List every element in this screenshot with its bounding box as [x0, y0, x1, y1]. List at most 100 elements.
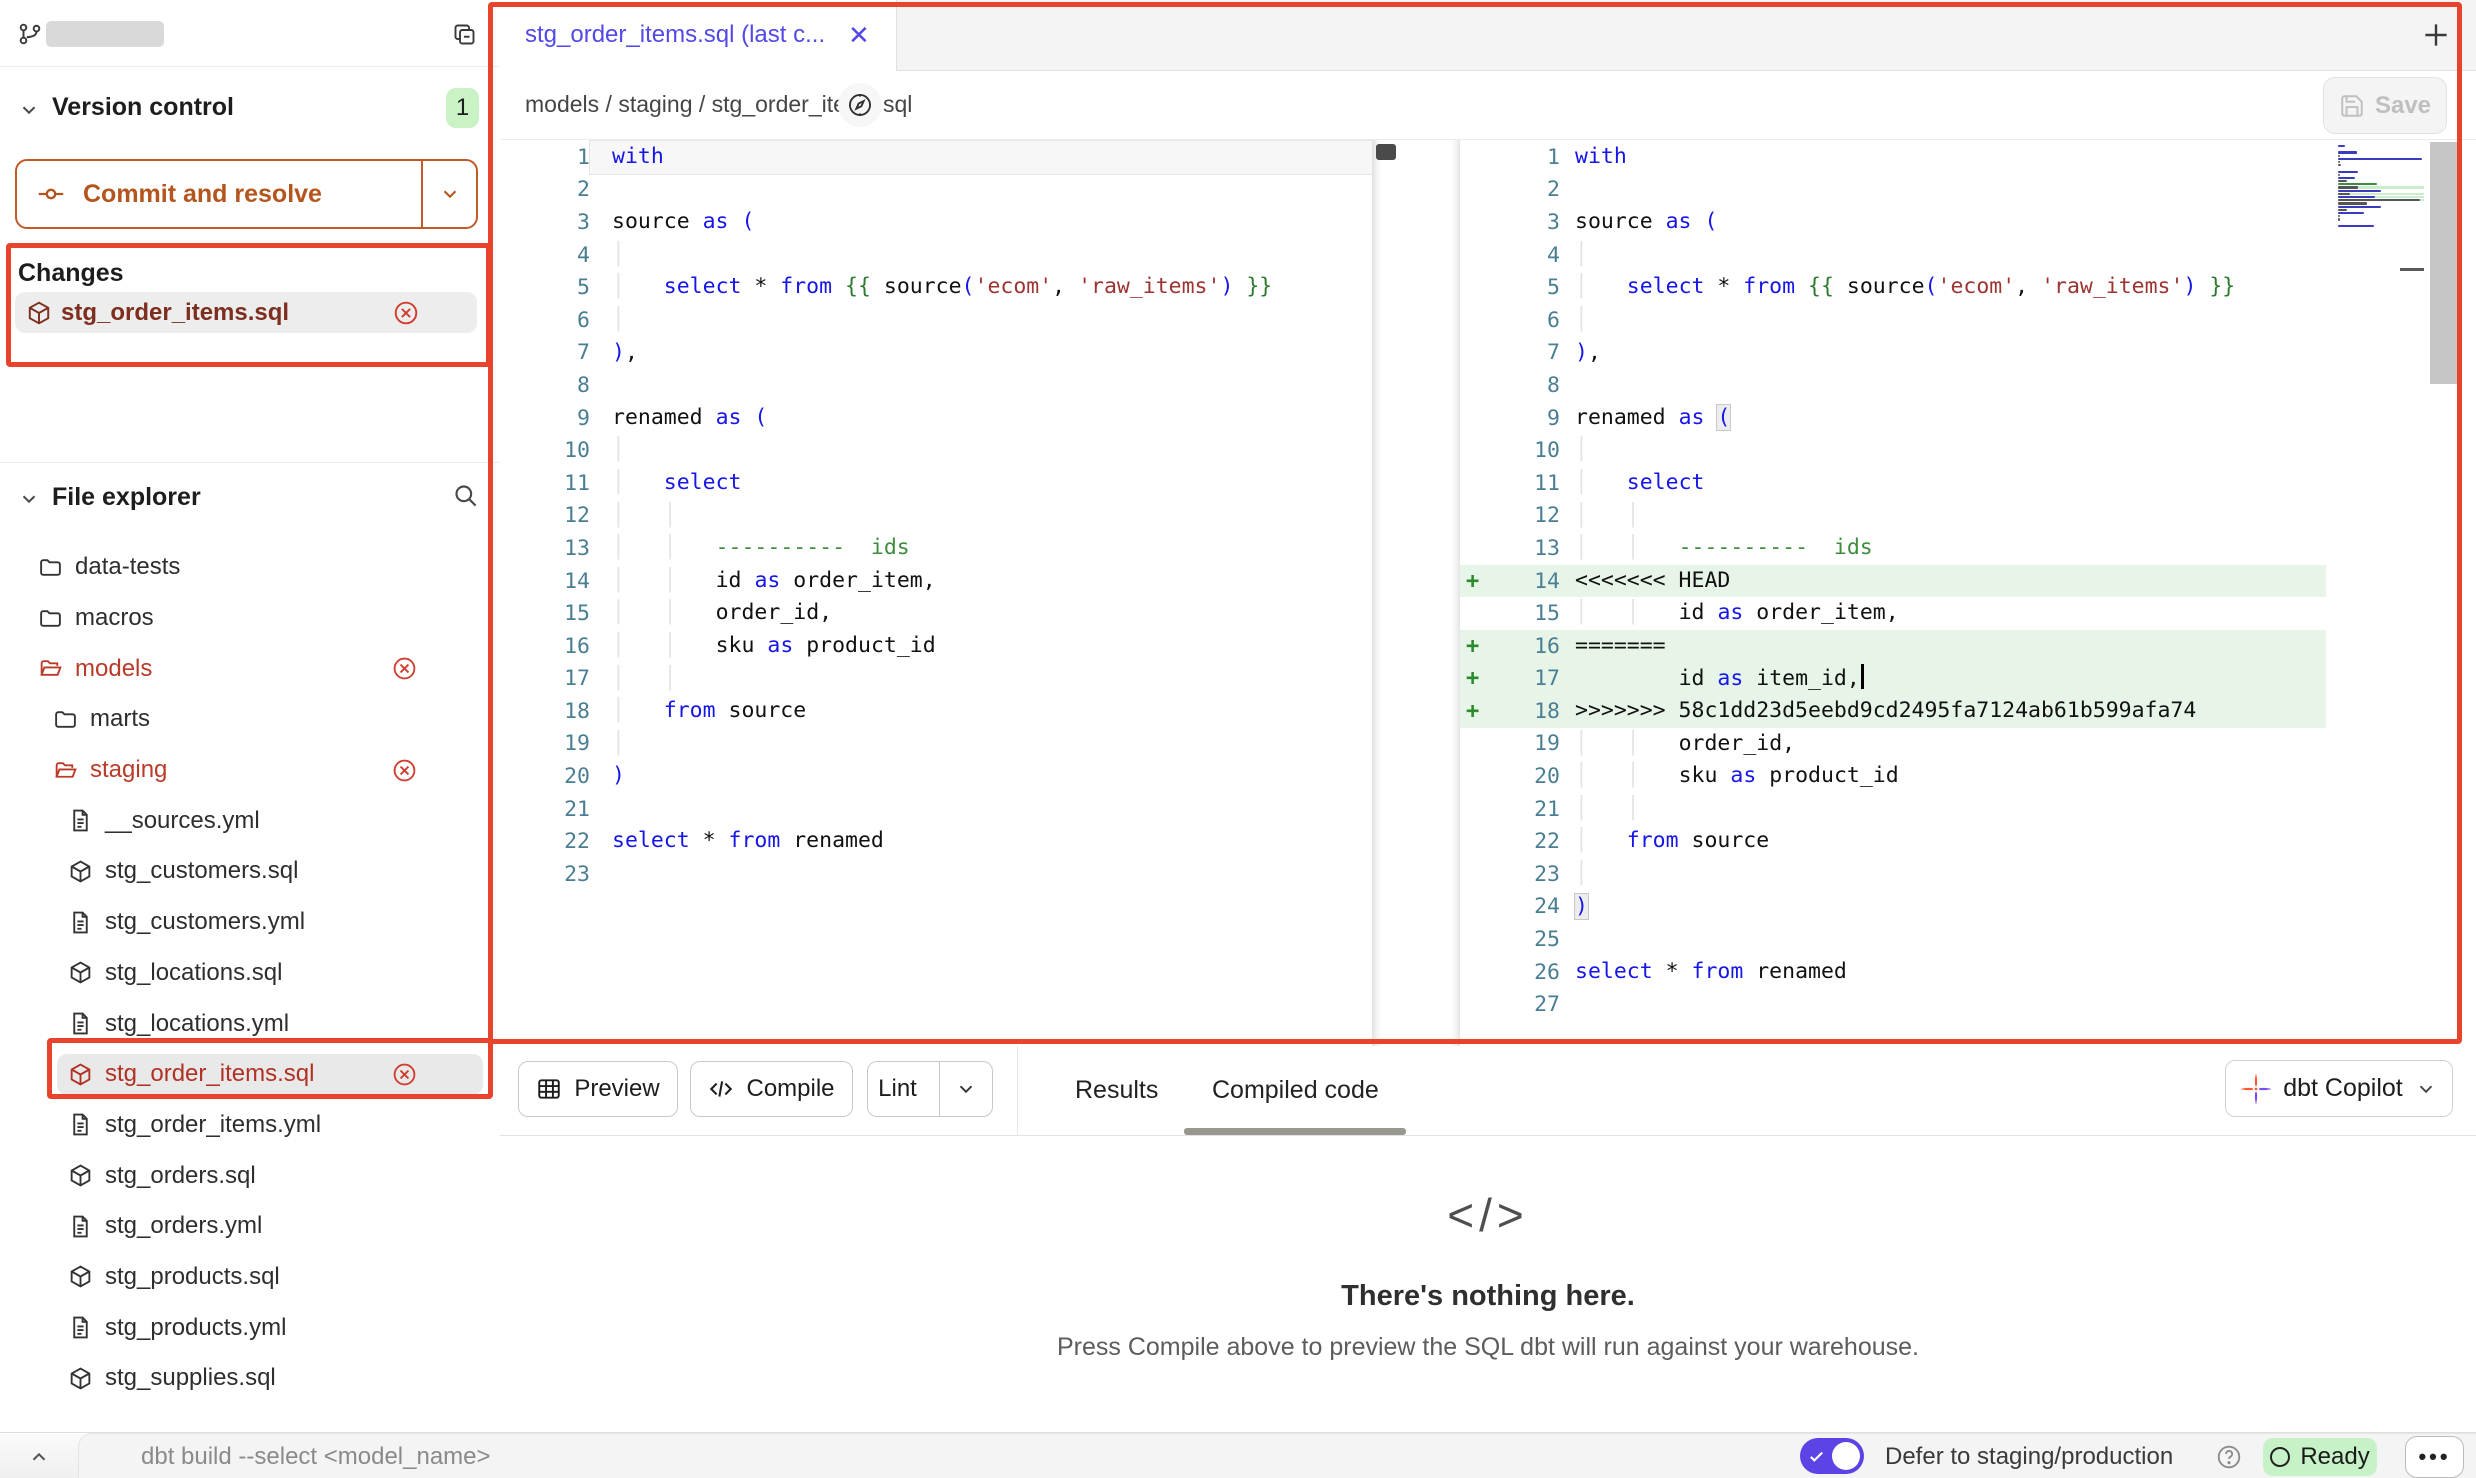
model-cube-icon	[68, 1062, 93, 1087]
code-region: 1with23source as (4│5│ select * from {{ …	[500, 140, 2476, 1046]
minimap[interactable]	[2338, 145, 2424, 231]
file-item[interactable]: stg_products.sql	[0, 1252, 500, 1303]
code-line: 5│ select * from {{ source('ecom', 'raw_…	[500, 271, 1372, 304]
code-line: 14│ │ id as order_item,	[500, 565, 1372, 598]
git-commit-icon	[37, 180, 65, 208]
lint-dropdown-icon[interactable]	[939, 1062, 992, 1116]
editor-area: stg_order_items.sql (last c... ✕ models …	[500, 0, 2476, 1046]
text-cursor	[1861, 664, 1864, 689]
minimap-slider[interactable]	[2400, 268, 2424, 271]
model-cube-icon	[68, 1264, 93, 1289]
code-pane-right[interactable]: 1with23source as (4│5│ select * from {{ …	[1460, 141, 2326, 1021]
save-button[interactable]: Save	[2323, 77, 2447, 134]
line-number: 7	[1486, 340, 1560, 365]
code-line: 15│ │ order_id,	[500, 597, 1372, 630]
lint-label: Lint	[868, 1075, 927, 1103]
line-number: 10	[1486, 438, 1560, 463]
file-item[interactable]: data-tests	[0, 542, 500, 593]
new-tab-icon[interactable]	[2420, 19, 2452, 51]
defer-toggle[interactable]	[1800, 1438, 1864, 1474]
file-item[interactable]: stg_customers.yml	[0, 897, 500, 948]
code-line: 8	[500, 369, 1372, 402]
file-item[interactable]: stg_order_items.yml	[0, 1100, 500, 1151]
line-number: 12	[1486, 503, 1560, 528]
file-item[interactable]: macros	[0, 593, 500, 644]
line-number: 16	[500, 634, 590, 659]
chevron-down-icon[interactable]	[18, 488, 40, 510]
file-item[interactable]: stg_customers.sql	[0, 846, 500, 897]
git-branch-icon[interactable]	[17, 21, 43, 47]
code-line: 13│ │ ---------- ids	[1460, 532, 2326, 565]
discard-change-icon[interactable]	[393, 300, 419, 326]
file-item[interactable]: stg_orders.yml	[0, 1201, 500, 1252]
commit-dropdown-button[interactable]	[421, 161, 476, 227]
file-item-label: stg_order_items.yml	[105, 1111, 321, 1139]
discard-change-icon[interactable]	[392, 1062, 417, 1087]
code-line: +18>>>>>>> 58c1dd23d5eebd9cd2495fa7124ab…	[1460, 695, 2326, 728]
chevron-down-icon[interactable]	[18, 99, 40, 121]
document-icon	[68, 910, 93, 935]
model-cube-icon	[68, 859, 93, 884]
file-item[interactable]: stg_supplies.sql	[0, 1353, 500, 1404]
file-item-label: stg_orders.yml	[105, 1212, 262, 1240]
model-cube-icon	[68, 960, 93, 985]
close-tab-icon[interactable]: ✕	[848, 20, 870, 50]
code-line: 23	[500, 858, 1372, 891]
code-line: 21│ │	[1460, 793, 2326, 826]
tab-stg-order-items[interactable]: stg_order_items.sql (last c... ✕	[500, 0, 897, 71]
code-line: 26select * from renamed	[1460, 956, 2326, 989]
file-item[interactable]: marts	[0, 694, 500, 745]
commit-and-resolve-button[interactable]: Commit and resolve	[15, 159, 478, 229]
line-number: 6	[1486, 308, 1560, 333]
section-divider	[0, 462, 500, 463]
lineage-icon[interactable]	[838, 83, 882, 127]
version-control-title: Version control	[52, 93, 234, 122]
discard-change-icon[interactable]	[392, 656, 417, 681]
model-cube-icon	[68, 1366, 93, 1391]
dbt-copilot-button[interactable]: dbt Copilot	[2225, 1060, 2453, 1117]
line-number: 19	[500, 731, 590, 756]
file-item[interactable]: stg_products.yml	[0, 1302, 500, 1353]
left-scrollbar-thumb[interactable]	[1376, 144, 1396, 160]
branch-name-placeholder	[46, 21, 164, 47]
action-row: Preview Compile Lint Results Compiled co…	[500, 1046, 2476, 1136]
code-line: 8	[1460, 369, 2326, 402]
pane-gap	[1373, 140, 1460, 1046]
code-line: 21	[500, 793, 1372, 826]
copy-icon[interactable]	[451, 21, 478, 48]
discard-change-icon[interactable]	[392, 758, 417, 783]
preview-button[interactable]: Preview	[518, 1061, 678, 1117]
chevron-up-icon[interactable]	[28, 1446, 50, 1468]
tab-compiled-code[interactable]: Compiled code	[1212, 1046, 1379, 1135]
file-item[interactable]: __sources.yml	[0, 795, 500, 846]
line-number: 22	[500, 829, 590, 854]
file-item-label: data-tests	[75, 553, 180, 581]
search-icon[interactable]	[452, 482, 479, 509]
line-number: 19	[1486, 731, 1560, 756]
file-item[interactable]: models	[0, 643, 500, 694]
line-number: 27	[1486, 992, 1560, 1017]
command-input-area[interactable]: dbt build --select <model_name> Defer to…	[78, 1433, 2476, 1478]
right-scrollbar-thumb[interactable]	[2430, 142, 2458, 384]
more-options-button[interactable]: •••	[2405, 1436, 2464, 1478]
file-explorer-title: File explorer	[52, 483, 201, 512]
compile-button[interactable]: Compile	[690, 1061, 853, 1117]
lint-button[interactable]: Lint	[867, 1061, 993, 1117]
tab-results[interactable]: Results	[1075, 1046, 1158, 1135]
file-item-label: stg_order_items.sql	[105, 1060, 314, 1088]
file-item[interactable]: staging	[0, 745, 500, 796]
line-number: 24	[1486, 894, 1560, 919]
file-item[interactable]: stg_locations.sql	[0, 948, 500, 999]
file-item[interactable]: stg_locations.yml	[0, 998, 500, 1049]
line-number: 22	[1486, 829, 1560, 854]
code-pane-left[interactable]: 1with23source as (4│5│ select * from {{ …	[500, 141, 1372, 891]
changed-file-chip[interactable]: stg_order_items.sql	[15, 292, 477, 333]
ready-status-button[interactable]: Ready	[2263, 1438, 2377, 1476]
file-item[interactable]: stg_orders.sql	[0, 1150, 500, 1201]
help-icon[interactable]	[2216, 1444, 2242, 1470]
file-item-label: stg_supplies.sql	[105, 1364, 276, 1392]
ellipsis-icon: •••	[2418, 1444, 2450, 1470]
file-item[interactable]: stg_order_items.sql	[0, 1049, 500, 1100]
save-icon	[2339, 93, 2365, 119]
line-number: 18	[500, 699, 590, 724]
